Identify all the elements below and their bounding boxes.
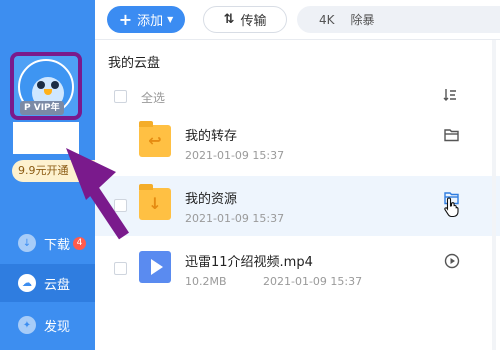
file-name: 我的资源 bbox=[185, 192, 238, 207]
folder-transfer-icon: ↩ bbox=[139, 121, 171, 157]
transfer-button-label: 传输 bbox=[240, 14, 267, 29]
plus-icon: + bbox=[118, 10, 133, 29]
file-date: 2021-01-09 15:37 bbox=[263, 275, 363, 288]
row-checkbox[interactable] bbox=[114, 199, 127, 212]
list-item[interactable]: ↩ 我的转存 2021-01-09 15:37 bbox=[95, 113, 500, 173]
chevron-down-icon: ▼ bbox=[167, 15, 174, 24]
add-button-label: 添加 bbox=[137, 14, 164, 29]
sidebar: P VIP年 9.9元开通 ↓ 下载 4 ☁ 云盘 ✦ 发现 bbox=[0, 0, 95, 350]
ad-item: 除暴 bbox=[350, 13, 375, 27]
add-button[interactable]: + 添加 ▼ bbox=[107, 6, 185, 33]
download-count-badge: 4 bbox=[73, 236, 87, 250]
folder-resource-icon: ↓ bbox=[139, 184, 171, 220]
nav-label-download: 下载 bbox=[44, 237, 71, 253]
folder-open-icon[interactable] bbox=[444, 127, 460, 143]
list-item[interactable]: ↓ 我的资源 2021-01-09 15:37 bbox=[95, 176, 500, 236]
compass-icon: ✦ bbox=[18, 316, 36, 334]
file-date: 2021-01-09 15:37 bbox=[185, 212, 285, 225]
nav-item-discover[interactable]: ✦ 发现 bbox=[0, 306, 95, 344]
hand-cursor-icon bbox=[443, 196, 461, 222]
select-all-checkbox[interactable] bbox=[114, 90, 127, 103]
list-header: 全选 bbox=[95, 84, 500, 110]
scrollbar[interactable] bbox=[492, 40, 496, 350]
file-size: 10.2MB bbox=[185, 275, 227, 288]
bird-eye-left bbox=[37, 81, 45, 89]
vip-promo-button[interactable]: 9.9元开通 bbox=[12, 160, 95, 182]
transfer-button[interactable]: ⇅ 传输 bbox=[203, 6, 287, 33]
nav-label-cloud: 云盘 bbox=[44, 277, 71, 293]
search-ad-bar[interactable]: 4K 除暴 bbox=[297, 6, 500, 33]
nav-item-download[interactable]: ↓ 下载 4 bbox=[0, 224, 95, 262]
user-info-card bbox=[13, 122, 79, 154]
breadcrumb: 我的云盘 bbox=[108, 56, 161, 71]
file-name: 迅雷11介绍视频.mp4 bbox=[185, 255, 313, 270]
ad-item: 4K bbox=[319, 12, 335, 27]
nav-label-discover: 发现 bbox=[44, 319, 71, 335]
play-circle-icon[interactable] bbox=[444, 253, 460, 269]
row-checkbox[interactable] bbox=[114, 262, 127, 275]
list-item[interactable]: 迅雷11介绍视频.mp4 10.2MB 2021-01-09 15:37 bbox=[95, 239, 500, 299]
transfer-icon: ⇅ bbox=[223, 12, 235, 27]
select-all-label[interactable]: 全选 bbox=[141, 89, 165, 106]
vip-badge: P VIP年 bbox=[20, 101, 64, 115]
cloud-icon: ☁ bbox=[18, 274, 36, 292]
avatar-highlight-box[interactable]: P VIP年 bbox=[10, 52, 82, 120]
file-date: 2021-01-09 15:37 bbox=[185, 149, 285, 162]
sort-icon[interactable] bbox=[443, 88, 459, 104]
toolbar: + 添加 ▼ ⇅ 传输 4K 除暴 bbox=[95, 0, 500, 40]
file-name: 我的转存 bbox=[185, 129, 238, 144]
video-file-icon bbox=[139, 251, 171, 283]
bird-eye-right bbox=[51, 81, 59, 89]
nav-item-cloud[interactable]: ☁ 云盘 bbox=[0, 264, 95, 302]
download-icon: ↓ bbox=[18, 234, 36, 252]
